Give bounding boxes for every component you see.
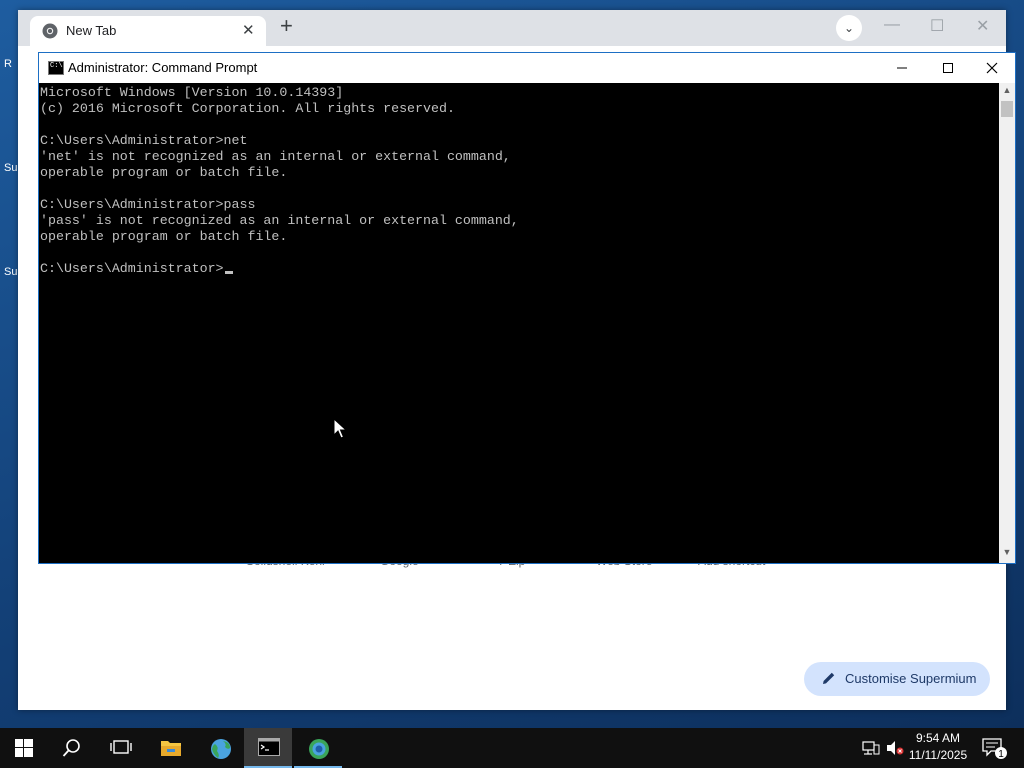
search-icon (62, 739, 80, 757)
console-line: C:\Users\Administrator>net (40, 133, 248, 148)
cmd-app-icon: C:\ (48, 61, 64, 75)
mouse-pointer-icon (333, 418, 347, 439)
console-line: C:\Users\Administrator> (40, 261, 224, 276)
taskbar-file-explorer[interactable] (146, 728, 194, 768)
customise-button[interactable]: Customise Supermium (804, 662, 990, 696)
console-line: Microsoft Windows [Version 10.0.14393] (40, 85, 344, 100)
customise-label: Customise Supermium (845, 671, 977, 686)
taskbar-command-prompt[interactable] (244, 728, 292, 768)
desktop-icon-label[interactable]: R (4, 58, 18, 70)
console-output[interactable]: Microsoft Windows [Version 10.0.14393] (… (39, 83, 999, 563)
cmd-minimize-icon[interactable] (879, 56, 925, 80)
task-view-icon (110, 740, 132, 754)
taskbar-search-button[interactable] (48, 728, 96, 768)
browser-minimize-icon[interactable]: — (884, 16, 900, 34)
new-tab-plus-icon[interactable]: + (280, 15, 293, 37)
cmd-title-bar[interactable]: C:\ Administrator: Command Prompt (39, 53, 1015, 83)
desktop-icon-label[interactable]: Su (4, 162, 18, 174)
console-line: operable program or batch file. (40, 229, 288, 244)
console-line: 'pass' is not recognized as an internal … (40, 213, 519, 228)
action-center-icon[interactable]: 1 (982, 738, 1008, 760)
taskbar-browser-1[interactable] (196, 728, 244, 768)
taskbar: 9:54 AM 11/11/2025 1 (0, 728, 1024, 768)
pencil-icon (823, 672, 835, 684)
task-view-button[interactable] (96, 728, 144, 768)
clock-time: 9:54 AM (915, 731, 961, 745)
cmd-close-icon[interactable] (969, 56, 1015, 80)
windows-logo-icon (15, 739, 33, 757)
cmd-window-title: Administrator: Command Prompt (68, 60, 258, 75)
network-icon[interactable] (862, 740, 880, 756)
chrome-favicon-icon (42, 23, 58, 39)
console-line: operable program or batch file. (40, 165, 288, 180)
browser-tab-title: New Tab (66, 23, 117, 38)
taskbar-browser-2[interactable] (294, 728, 342, 768)
clock-date: 11/11/2025 (908, 748, 968, 762)
cmd-icon (258, 738, 280, 756)
notification-count: 1 (998, 749, 1004, 760)
tab-search-chevron-icon[interactable]: ⌄ (836, 15, 862, 41)
scroll-thumb[interactable] (1001, 101, 1013, 117)
desktop-icon-label[interactable]: Su (4, 266, 18, 278)
folder-icon (161, 741, 181, 756)
taskbar-clock[interactable]: 9:54 AM 11/11/2025 (902, 730, 974, 764)
scroll-down-arrow-icon[interactable]: ▼ (999, 547, 1015, 561)
console-line: 'net' is not recognized as an internal o… (40, 149, 511, 164)
globe-browser-icon (211, 739, 231, 759)
browser-maximize-icon[interactable]: ☐ (930, 16, 944, 36)
browser-icon (309, 739, 329, 759)
start-button[interactable] (0, 728, 48, 768)
browser-tab-bar: New Tab ✕ + ⌄ — ☐ ✕ (18, 10, 1006, 46)
console-text: Microsoft Windows [Version 10.0.14393] (… (39, 83, 999, 277)
text-cursor (224, 271, 233, 274)
cmd-maximize-icon[interactable] (925, 56, 971, 80)
cmd-vertical-scrollbar[interactable]: ▲ ▼ (999, 83, 1015, 563)
browser-close-icon[interactable]: ✕ (976, 16, 989, 36)
browser-tab-new-tab[interactable]: New Tab ✕ (30, 16, 266, 46)
command-prompt-window[interactable]: C:\ Administrator: Command Prompt Micros… (38, 52, 1016, 564)
scroll-up-arrow-icon[interactable]: ▲ (999, 85, 1015, 99)
tab-close-icon[interactable]: ✕ (242, 21, 255, 39)
console-line: (c) 2016 Microsoft Corporation. All righ… (40, 101, 455, 116)
console-line: C:\Users\Administrator>pass (40, 197, 256, 212)
